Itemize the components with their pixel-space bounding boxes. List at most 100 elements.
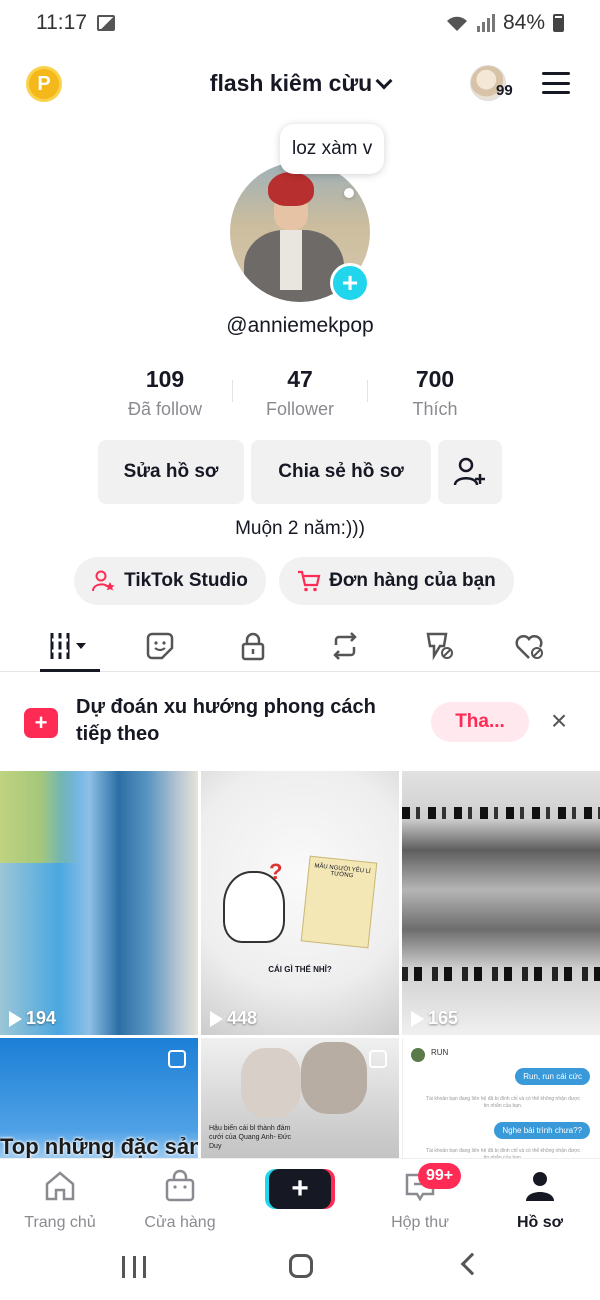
gallery-notification-icon xyxy=(97,15,115,31)
tiktok-studio-button[interactable]: TikTok Studio xyxy=(74,557,266,605)
private-lock-icon xyxy=(241,632,265,661)
question-mark: ? xyxy=(269,859,283,884)
trend-promo-banner[interactable]: + Dự đoán xu hướng phong cách tiếp theo … xyxy=(0,680,600,764)
orders-button[interactable]: Đơn hàng của bạn xyxy=(279,557,514,605)
nav-home-label: Trang chủ xyxy=(24,1214,96,1231)
chat-avatar xyxy=(411,1048,425,1062)
nav-shop-label: Cửa hàng xyxy=(144,1214,216,1231)
following-stat[interactable]: 109 Đã follow xyxy=(100,366,230,420)
promo-text: Dự đoán xu hướng phong cách tiếp theo xyxy=(76,696,376,745)
video-thumbnail[interactable]: Hậu biến cái bl thành đám cưới của Quang… xyxy=(201,1038,399,1159)
status-bar: 11:17 84% xyxy=(0,0,600,46)
likes-count: 700 xyxy=(415,366,455,392)
multi-photo-icon xyxy=(369,1050,387,1068)
multi-photo-icon xyxy=(168,1050,186,1068)
profile-actions: Sửa hồ sơ Chia sẻ hồ sơ xyxy=(0,440,600,504)
friend-count: 99 xyxy=(496,82,513,99)
cart-icon xyxy=(298,570,321,592)
shop-bag-icon xyxy=(165,1169,195,1202)
chat-system-text: Tài khoản bạn đang liên hệ đã bị đình ch… xyxy=(426,1096,580,1109)
person-figure xyxy=(301,1042,367,1114)
video-grid: 194 ? MẪU NGƯỜI YÊU LÍ TƯỞNG CÁI GÌ THẾ … xyxy=(0,771,600,1159)
video-note-text: MẪU NGƯỜI YÊU LÍ TƯỞNG xyxy=(300,855,378,949)
close-icon[interactable]: × xyxy=(546,705,572,736)
chevron-down-icon xyxy=(375,72,393,90)
share-profile-button[interactable]: Chia sẻ hồ sơ xyxy=(251,440,431,504)
orders-label: Đơn hàng của bạn xyxy=(329,570,496,591)
chat-name: RUN xyxy=(431,1048,449,1057)
system-nav-bar xyxy=(0,1236,600,1300)
bottom-nav: Trang chủ Cửa hàng + 99+ Hộp thư Hồ sơ xyxy=(0,1158,600,1236)
note-bubble-tail xyxy=(344,188,354,198)
following-label: Đã follow xyxy=(127,399,203,419)
home-button-icon[interactable] xyxy=(289,1254,313,1278)
profile-note-bubble[interactable]: loz xàm v xyxy=(280,124,385,174)
create-button[interactable]: + xyxy=(269,1169,331,1209)
view-count: 165 xyxy=(411,1008,458,1029)
video-thumbnail[interactable]: 194 xyxy=(0,771,198,1035)
chat-bubble: Nghe bài trình chưa?? xyxy=(494,1122,590,1139)
play-icon xyxy=(210,1010,223,1027)
inbox-badge: 99+ xyxy=(418,1163,462,1189)
studio-icon xyxy=(92,570,115,592)
menu-icon[interactable] xyxy=(542,72,570,94)
view-count: 194 xyxy=(9,1008,56,1029)
home-icon xyxy=(45,1171,75,1201)
following-count: 109 xyxy=(145,366,185,392)
video-overlay-text: Top những đặc sản xyxy=(0,1134,198,1159)
tab-private[interactable] xyxy=(218,620,288,672)
tab-tagged[interactable] xyxy=(405,620,475,672)
nav-shop[interactable]: Cửa hàng xyxy=(125,1169,235,1232)
tab-videos[interactable] xyxy=(35,620,105,672)
view-count: 448 xyxy=(210,1008,257,1029)
profile-stats: 109 Đã follow 47 Follower 700 Thích xyxy=(0,366,600,426)
recent-apps-icon[interactable] xyxy=(122,1256,146,1278)
edit-profile-button[interactable]: Sửa hồ sơ xyxy=(98,440,244,504)
play-icon xyxy=(411,1010,424,1027)
username-title: flash kiêm cừu xyxy=(209,70,373,96)
promo-join-button[interactable]: Tha... xyxy=(431,702,529,742)
tab-reposts[interactable] xyxy=(310,620,380,672)
content-tabs xyxy=(0,620,600,672)
profile-icon xyxy=(526,1172,554,1201)
wifi-icon xyxy=(446,16,467,31)
add-friend-icon xyxy=(453,457,485,486)
video-caption: Hậu biến cái bl thành đám cưới của Quang… xyxy=(209,1125,292,1150)
back-icon[interactable] xyxy=(460,1252,484,1276)
person-figure xyxy=(241,1048,301,1118)
add-friend-button[interactable] xyxy=(438,440,502,504)
battery-percent: 84% xyxy=(502,11,545,34)
video-caption: CÁI GÌ THẾ NHỈ? xyxy=(268,965,332,974)
nav-home[interactable]: Trang chủ xyxy=(5,1169,115,1232)
battery-icon xyxy=(553,14,564,32)
tab-favorites[interactable] xyxy=(125,620,195,672)
signal-icon xyxy=(476,14,495,32)
status-time: 11:17 xyxy=(36,11,87,34)
nav-profile[interactable]: Hồ sơ xyxy=(485,1169,595,1232)
videos-grid-icon xyxy=(50,633,86,659)
profile-bio: Muộn 2 năm:))) xyxy=(235,518,365,539)
favorites-icon xyxy=(146,632,174,660)
play-icon xyxy=(9,1010,22,1027)
likes-label: Thích xyxy=(412,399,458,419)
profile-handle: @anniemekpop xyxy=(226,314,374,337)
tab-liked[interactable] xyxy=(495,620,565,672)
repost-icon xyxy=(333,632,357,660)
followers-label: Follower xyxy=(265,399,335,419)
profile-shortcuts: TikTok Studio Đơn hàng của bạn xyxy=(0,557,600,605)
chat-bubble: Run, run cái cức xyxy=(515,1068,590,1085)
promo-plus-icon: + xyxy=(24,708,58,738)
nav-profile-label: Hồ sơ xyxy=(516,1214,564,1231)
followers-count: 47 xyxy=(287,366,313,392)
nav-inbox-label: Hộp thư xyxy=(391,1214,449,1231)
video-thumbnail[interactable]: Top những đặc sản xyxy=(0,1038,198,1159)
video-thumbnail[interactable]: RUN Run, run cái cức Tài khoản bạn đang … xyxy=(402,1038,600,1159)
video-thumbnail[interactable]: ? MẪU NGƯỜI YÊU LÍ TƯỞNG CÁI GÌ THẾ NHỈ?… xyxy=(201,771,399,1035)
divider xyxy=(367,380,368,402)
likes-stat[interactable]: 700 Thích xyxy=(370,366,500,420)
tagged-hidden-icon xyxy=(426,632,453,661)
liked-hidden-icon xyxy=(515,634,543,659)
add-story-button[interactable]: + xyxy=(330,263,370,303)
video-thumbnail[interactable]: 165 xyxy=(402,771,600,1035)
followers-stat[interactable]: 47 Follower xyxy=(235,366,365,420)
